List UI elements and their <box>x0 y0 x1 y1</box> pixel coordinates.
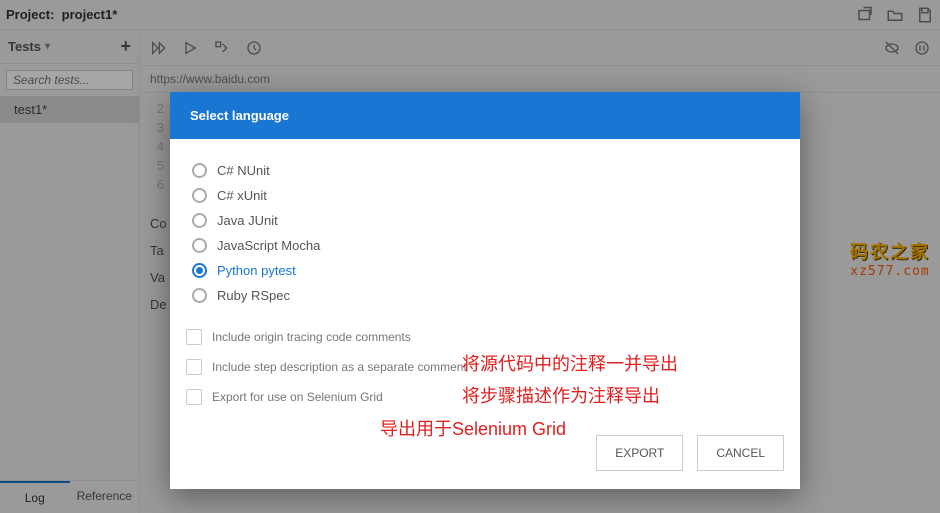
radio-ruby-rspec[interactable]: Ruby RSpec <box>192 288 784 303</box>
radio-icon <box>192 213 207 228</box>
export-dialog: Select language C# NUnit C# xUnit Java J… <box>170 92 800 489</box>
export-button[interactable]: EXPORT <box>596 435 683 471</box>
checkbox-icon <box>186 389 202 405</box>
radio-icon <box>192 288 207 303</box>
radio-icon <box>192 263 207 278</box>
dialog-footer: EXPORT CANCEL <box>170 421 800 489</box>
radio-icon <box>192 163 207 178</box>
checkbox-step-description[interactable]: Include step description as a separate c… <box>186 359 784 375</box>
radio-python-pytest[interactable]: Python pytest <box>192 263 784 278</box>
cancel-button[interactable]: CANCEL <box>697 435 784 471</box>
radio-java-junit[interactable]: Java JUnit <box>192 213 784 228</box>
checkbox-icon <box>186 359 202 375</box>
radio-csharp-xunit[interactable]: C# xUnit <box>192 188 784 203</box>
radio-javascript-mocha[interactable]: JavaScript Mocha <box>192 238 784 253</box>
dialog-title: Select language <box>170 92 800 139</box>
radio-icon <box>192 188 207 203</box>
checkbox-group: Include origin tracing code comments Inc… <box>186 329 784 405</box>
radio-csharp-nunit[interactable]: C# NUnit <box>192 163 784 178</box>
checkbox-icon <box>186 329 202 345</box>
radio-icon <box>192 238 207 253</box>
language-radio-group: C# NUnit C# xUnit Java JUnit JavaScript … <box>192 163 784 303</box>
checkbox-selenium-grid[interactable]: Export for use on Selenium Grid <box>186 389 784 405</box>
checkbox-origin-tracing[interactable]: Include origin tracing code comments <box>186 329 784 345</box>
